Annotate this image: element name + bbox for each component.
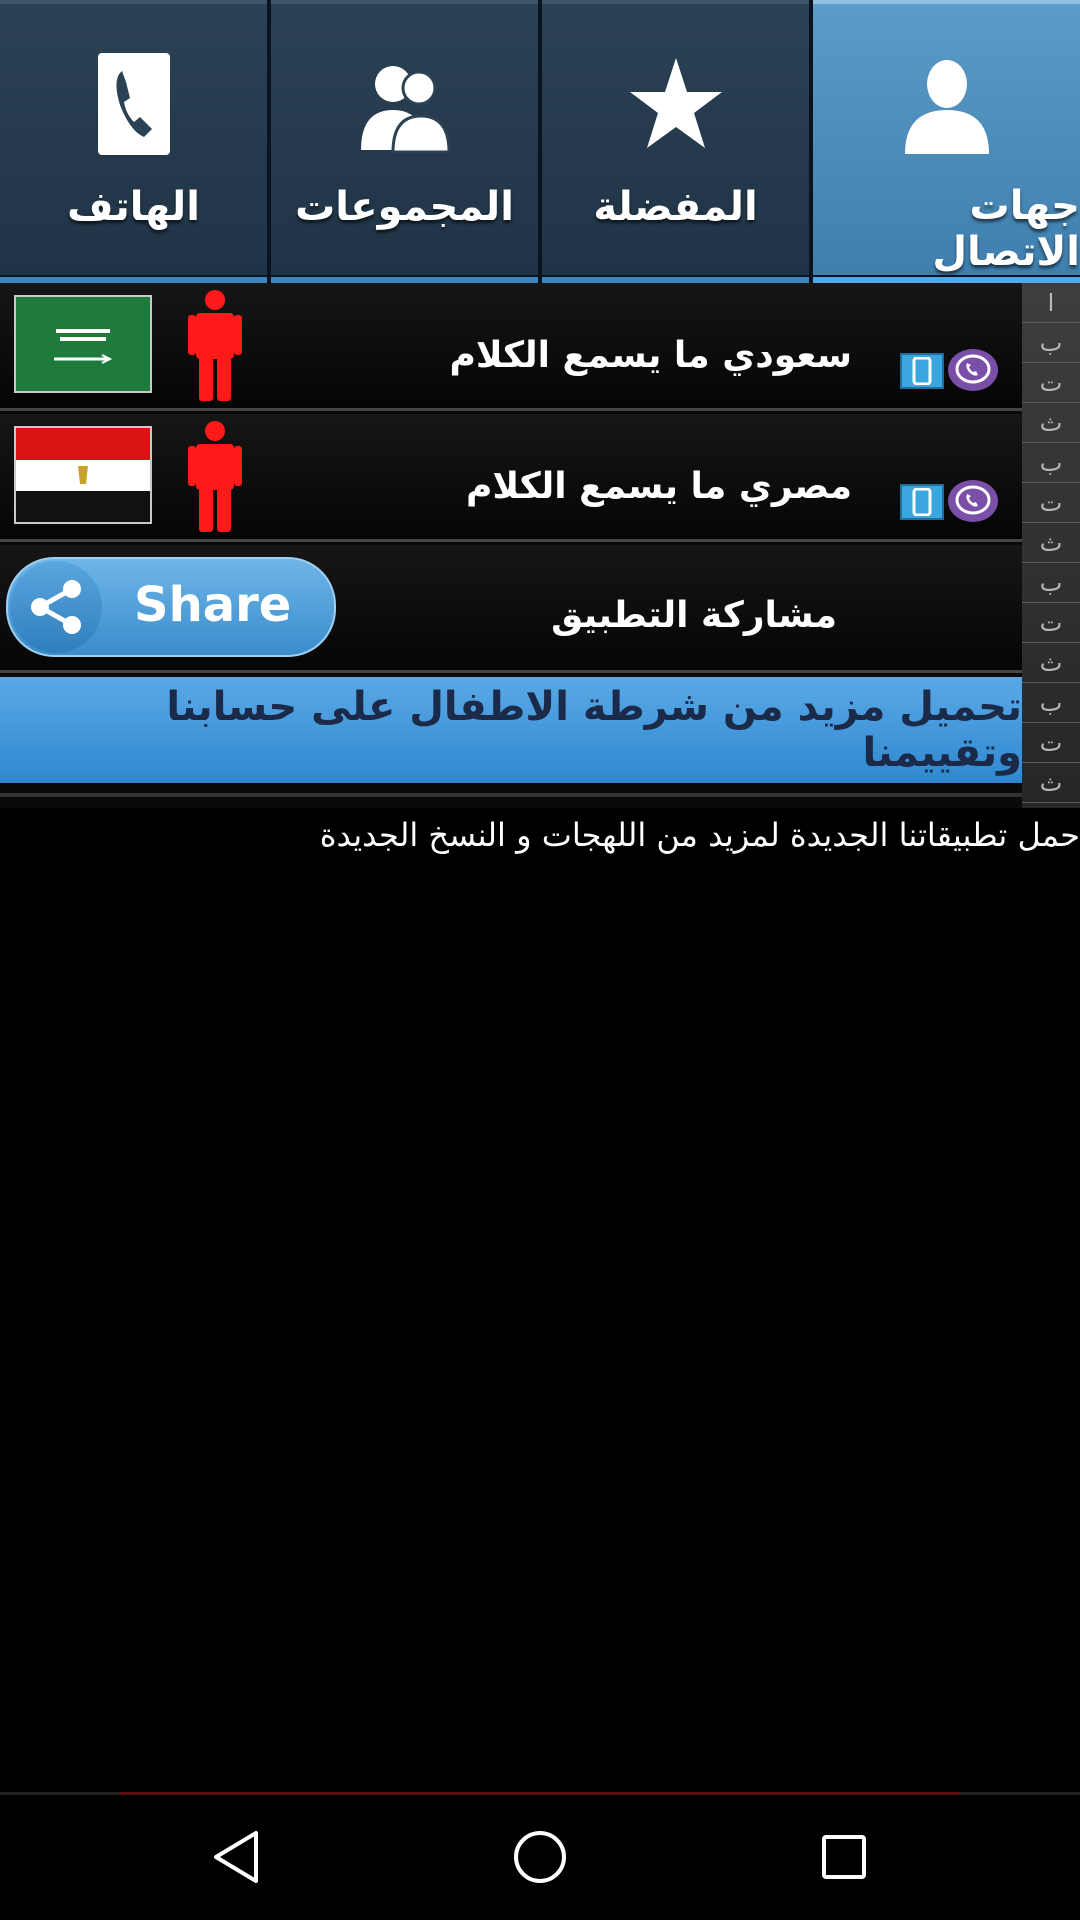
share-button[interactable]: Share xyxy=(6,557,336,657)
share-app-label: مشاركة التطبيق xyxy=(551,595,837,636)
index-letter[interactable]: ت xyxy=(1022,603,1080,643)
contact-name: مصري ما يسمع الكلام xyxy=(466,466,852,507)
index-letter[interactable]: ث xyxy=(1022,763,1080,803)
divider xyxy=(0,793,1022,797)
contact-list: سعودي ما يسمع الكلام مصري ما يسمع الكلام… xyxy=(0,283,1022,808)
egypt-flag-icon xyxy=(14,426,152,524)
download-more-banner[interactable]: تحميل مزيد من شرطة الاطفال على حسابنا وت… xyxy=(0,677,1022,783)
back-icon[interactable] xyxy=(196,1817,276,1897)
tab-phone[interactable]: الهاتف xyxy=(0,0,267,283)
tab-groups-label: المجموعات xyxy=(295,184,514,230)
share-icon xyxy=(10,561,102,653)
contact-name: سعودي ما يسمع الكلام xyxy=(449,335,852,376)
index-letter[interactable]: ت xyxy=(1022,363,1080,403)
share-button-label: Share xyxy=(134,577,292,633)
tab-contacts[interactable]: جهات الاتصال xyxy=(813,0,1080,283)
index-letter[interactable]: ب xyxy=(1022,563,1080,603)
tab-groups[interactable]: المجموعات xyxy=(271,0,538,283)
mobile-icon[interactable] xyxy=(900,484,944,520)
index-letter[interactable]: ث xyxy=(1022,643,1080,683)
phone-icon xyxy=(74,44,194,164)
contact-icon xyxy=(887,44,1007,163)
index-letter[interactable]: ت xyxy=(1022,723,1080,763)
index-letter[interactable]: ب xyxy=(1022,683,1080,723)
index-letter[interactable]: ت xyxy=(1022,483,1080,523)
tab-contacts-label: جهات الاتصال xyxy=(932,183,1080,275)
index-letter[interactable]: ث xyxy=(1022,403,1080,443)
groups-icon xyxy=(345,44,465,164)
list-item[interactable]: سعودي ما يسمع الكلام xyxy=(0,283,1022,411)
saudi-flag-icon xyxy=(14,295,152,393)
index-letter[interactable]: ا xyxy=(1022,283,1080,323)
tab-phone-label: الهاتف xyxy=(67,184,200,230)
navigation-bar xyxy=(0,1795,1080,1920)
mobile-icon[interactable] xyxy=(900,353,944,389)
alphabet-index[interactable]: ا ب ت ث ب ت ث ب ت ث ب ت ث xyxy=(1022,283,1080,808)
person-icon xyxy=(188,290,242,401)
share-row[interactable]: Share مشاركة التطبيق xyxy=(0,545,1022,673)
viber-icon[interactable] xyxy=(948,480,998,522)
person-icon xyxy=(188,421,242,532)
star-icon xyxy=(616,44,736,164)
tab-bar: الهاتف المجموعات المفضلة جهات الاتصال xyxy=(0,0,1080,283)
index-letter[interactable]: ث xyxy=(1022,523,1080,563)
promo-text[interactable]: حمل تطبيقاتنا الجديدة لمزيد من اللهجات و… xyxy=(0,808,1080,854)
tab-favorites[interactable]: المفضلة xyxy=(542,0,809,283)
index-letter[interactable]: ب xyxy=(1022,443,1080,483)
recents-icon[interactable] xyxy=(804,1817,884,1897)
home-icon[interactable] xyxy=(500,1817,580,1897)
index-letter[interactable]: ب xyxy=(1022,323,1080,363)
list-item[interactable]: مصري ما يسمع الكلام xyxy=(0,414,1022,542)
tab-favorites-label: المفضلة xyxy=(593,184,758,230)
viber-icon[interactable] xyxy=(948,349,998,391)
download-banner-text: تحميل مزيد من شرطة الاطفال على حسابنا وت… xyxy=(166,684,1022,776)
